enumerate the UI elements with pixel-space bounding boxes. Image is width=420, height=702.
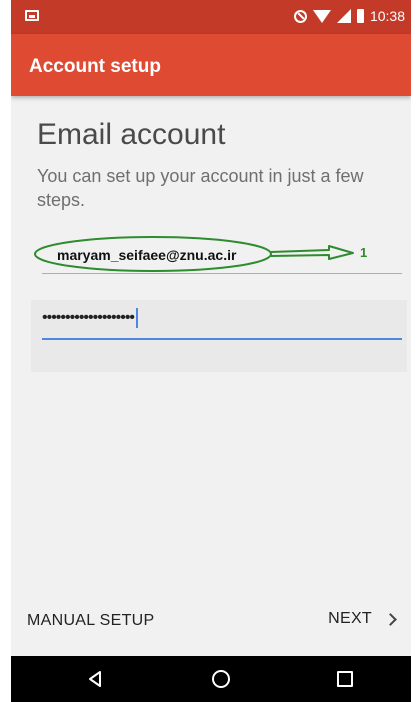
page-title: Email account <box>37 118 226 151</box>
manual-setup-button[interactable]: MANUAL SETUP <box>27 612 154 630</box>
home-button[interactable] <box>191 656 251 702</box>
bottom-actions: MANUAL SETUP NEXT <box>11 596 411 648</box>
dnd-icon <box>293 9 307 23</box>
password-value: •••••••••••••••••••• <box>42 308 139 328</box>
back-button[interactable] <box>65 656 125 702</box>
chevron-right-icon <box>384 612 397 626</box>
status-icons: 10:38 <box>293 8 405 24</box>
email-underline <box>42 272 402 274</box>
password-dots: •••••••••••••••••••• <box>42 309 135 327</box>
home-icon <box>212 670 230 688</box>
password-field[interactable]: •••••••••••••••••••• <box>42 304 402 340</box>
password-row: •••••••••••••••••••• <box>31 300 407 372</box>
page-subtitle: You can set up your account in just a fe… <box>37 166 364 210</box>
notification-icon <box>25 10 39 21</box>
status-bar: 10:38 <box>11 0 411 34</box>
app-title: Account setup <box>29 56 161 77</box>
phone-screen: 10:38 Account setup Email account You ca… <box>11 0 411 702</box>
email-field[interactable]: maryam_seifaee@znu.ac.ir <box>42 238 402 274</box>
wifi-icon <box>312 9 331 23</box>
text-cursor <box>136 308 139 328</box>
next-button[interactable]: NEXT <box>328 610 397 628</box>
battery-icon <box>356 9 364 23</box>
signal-icon <box>336 9 351 23</box>
email-value: maryam_seifaee@znu.ac.ir <box>57 247 237 263</box>
annotation-number: 1 <box>360 245 368 260</box>
navigation-bar <box>11 656 411 702</box>
recents-button[interactable] <box>315 656 375 702</box>
status-time: 10:38 <box>369 8 405 24</box>
password-underline <box>42 338 402 340</box>
next-label: NEXT <box>328 610 372 627</box>
back-icon <box>89 671 101 687</box>
app-bar: Account setup <box>11 34 411 96</box>
recents-icon <box>337 671 353 687</box>
